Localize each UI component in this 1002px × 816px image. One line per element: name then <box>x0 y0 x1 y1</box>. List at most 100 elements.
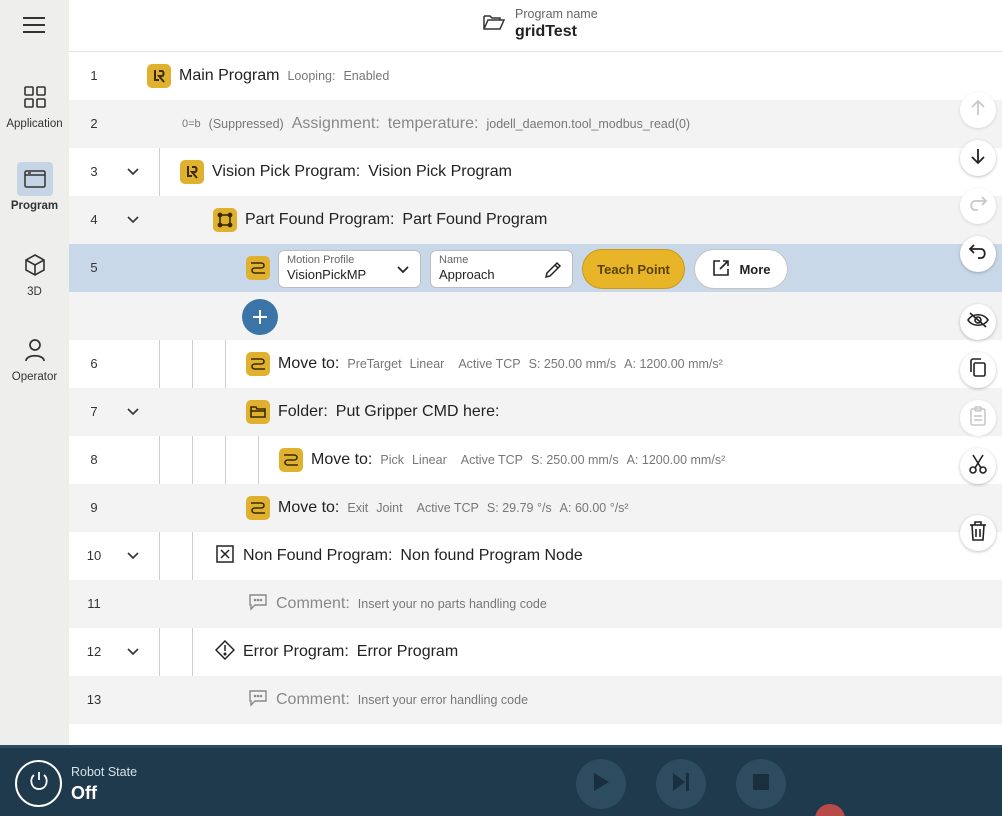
move-type: Linear <box>409 357 445 371</box>
ur-logo-icon <box>180 160 204 184</box>
chevron-down-icon[interactable] <box>125 644 141 660</box>
line-number: 13 <box>86 692 102 707</box>
node-title: Move to: <box>278 355 340 372</box>
program-name[interactable]: Program name gridTest <box>483 7 598 41</box>
assignment-icon: 0=b <box>182 118 201 130</box>
line-number: 1 <box>90 68 98 83</box>
tree-row-vision-pick[interactable]: 3 Vision Pick Program: Vision Pick Progr… <box>69 148 1002 196</box>
grid-icon <box>17 80 53 114</box>
move-tcp: Active TCP <box>458 357 521 371</box>
line-number: 8 <box>90 452 98 467</box>
move-accel: A: 60.00 °/s² <box>559 501 629 515</box>
sidebar-item-operator[interactable]: Operator <box>0 333 69 383</box>
line-number: 5 <box>90 260 98 275</box>
more-label: More <box>739 261 771 277</box>
tree-row-error-program[interactable]: 12 Error Program: Error Program <box>69 628 1002 676</box>
chevron-down-icon <box>396 263 410 282</box>
tree-row-assignment[interactable]: 2 0=b (Suppressed) Assignment: temperatu… <box>69 100 1002 148</box>
tree-row-folder[interactable]: 7 Folder: Put Gripper CMD here: <box>69 388 1002 436</box>
chevron-down-icon[interactable] <box>125 548 141 564</box>
add-node-button[interactable] <box>242 299 278 335</box>
suppress-button[interactable] <box>960 304 996 340</box>
tree-row-move-pick[interactable]: 8 Move to: Pick Linear Active TCP S: 250… <box>69 436 1002 484</box>
more-button[interactable]: More <box>694 249 788 289</box>
line-number: 2 <box>90 116 98 131</box>
stop-icon <box>752 773 770 796</box>
move-speed: S: 29.79 °/s <box>486 501 552 515</box>
node-value: Vision Pick Program <box>368 163 512 180</box>
motion-profile-select[interactable]: Motion Profile VisionPickMP <box>278 250 421 288</box>
line-number: 7 <box>90 404 98 419</box>
comment-icon <box>248 593 268 616</box>
tree-row-main-program[interactable]: 1 Main Program Looping: Enabled <box>69 52 1002 100</box>
line-number: 6 <box>90 356 98 371</box>
pencil-icon[interactable] <box>543 260 563 285</box>
comment-icon <box>248 689 268 712</box>
chevron-down-icon[interactable] <box>125 164 141 180</box>
chevron-down-icon[interactable] <box>125 404 141 420</box>
header: Program name gridTest <box>69 0 1002 52</box>
motion-profile-label: Motion Profile <box>287 254 355 266</box>
sidebar-item-program[interactable]: Program <box>0 162 69 212</box>
tree-row-move-exit[interactable]: 9 Move to: Exit Joint Active TCP S: 29.7… <box>69 484 1002 532</box>
redo-button[interactable] <box>960 188 996 224</box>
play-button[interactable] <box>576 759 626 809</box>
delete-button[interactable] <box>960 515 996 551</box>
power-button[interactable] <box>15 760 62 807</box>
clipboard-icon <box>969 405 987 431</box>
move-tcp: Active TCP <box>460 453 524 467</box>
node-title: Vision Pick Program: <box>212 163 361 180</box>
line-number: 4 <box>90 212 98 227</box>
move-target: PreTarget <box>347 357 402 371</box>
part-found-icon <box>213 208 237 232</box>
folder-open-icon <box>483 13 506 36</box>
eye-off-icon <box>967 311 989 334</box>
node-title: Comment: <box>276 691 350 708</box>
move-icon <box>246 256 270 280</box>
move-type: Linear <box>411 453 447 467</box>
tree-row-non-found[interactable]: 10 Non Found Program: Non found Program … <box>69 532 1002 580</box>
tree-row-part-found[interactable]: 4 Part Found Program: Part Found Program <box>69 196 1002 244</box>
step-button[interactable] <box>656 759 706 809</box>
move-icon <box>246 352 270 376</box>
tree-row-comment-error[interactable]: 13 Comment: Insert your error handling c… <box>69 676 1002 724</box>
power-icon <box>28 770 50 797</box>
sidebar-item-application[interactable]: Application <box>0 80 69 130</box>
copy-button[interactable] <box>960 352 996 388</box>
node-value: Part Found Program <box>402 211 548 228</box>
trash-icon <box>969 520 987 546</box>
name-field[interactable]: Name Approach <box>430 250 573 288</box>
move-icon <box>246 496 270 520</box>
motion-profile-value: VisionPickMP <box>287 267 367 282</box>
tree-row-move-approach[interactable]: 5 Motion Profile VisionPickMP Name Appro… <box>69 244 1002 292</box>
ur-logo-icon <box>147 64 171 88</box>
teach-point-button[interactable]: Teach Point <box>582 249 685 289</box>
node-title: Non Found Program: <box>243 547 393 564</box>
suppressed-label: (Suppressed) <box>208 117 284 131</box>
tree-row-move-pretarget[interactable]: 6 Move to: PreTarget Linear Active TCP S… <box>69 340 1002 388</box>
program-name-value: gridTest <box>515 23 577 40</box>
robot-state-value: Off <box>71 783 97 803</box>
line-number: 9 <box>90 500 98 515</box>
paste-button[interactable] <box>960 400 996 436</box>
robot-state-label: Robot State <box>71 765 138 779</box>
person-icon <box>17 333 53 367</box>
node-title: Error Program: <box>243 643 349 660</box>
scissors-icon <box>969 454 987 479</box>
cut-button[interactable] <box>960 448 996 484</box>
undo-icon <box>968 243 988 266</box>
stop-button[interactable] <box>736 759 786 809</box>
node-title: Move to: <box>278 499 340 516</box>
undo-button[interactable] <box>960 236 996 272</box>
node-value: Put Gripper CMD here: <box>335 403 500 420</box>
node-title: Assignment: <box>291 115 380 132</box>
move-up-button[interactable] <box>960 92 996 128</box>
chevron-down-icon[interactable] <box>125 212 141 228</box>
menu-icon[interactable] <box>23 17 45 35</box>
move-down-button[interactable] <box>960 140 996 176</box>
redo-icon <box>968 195 988 218</box>
line-number: 11 <box>87 596 101 611</box>
tree-row-comment-no-parts[interactable]: 11 Comment: Insert your no parts handlin… <box>69 580 1002 628</box>
node-title: Main Program <box>179 67 280 84</box>
sidebar-item-3d[interactable]: 3D <box>0 248 69 298</box>
